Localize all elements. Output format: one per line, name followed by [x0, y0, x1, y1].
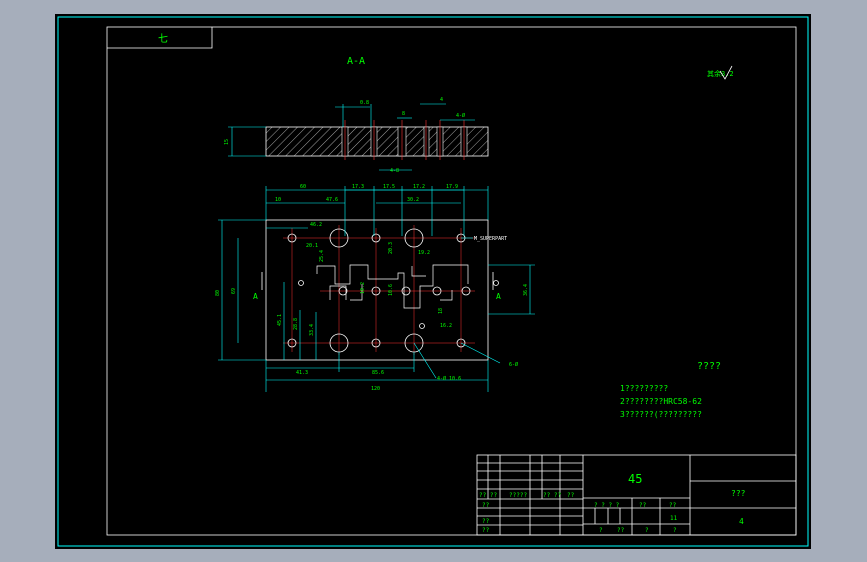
- dim-htop-2: 17.5: [383, 184, 395, 190]
- dim-top-4: 4-8: [390, 168, 399, 174]
- tech-note-3: 3??????(?????????: [620, 410, 702, 419]
- dim-inner-9: 25.4: [319, 250, 325, 262]
- dim-vr-0: 36.4: [523, 284, 529, 296]
- dim-htop-1: 17.3: [352, 184, 364, 190]
- tb-mid-1: ??: [639, 502, 647, 509]
- tb-mid-2: ??: [669, 502, 677, 509]
- dim-v-3: 28.8: [293, 318, 299, 330]
- tb-mid-0: ? ? ? ?: [594, 502, 620, 509]
- dim-inner-3: 10.2: [360, 282, 366, 294]
- tb-bottom-0: ?: [599, 527, 603, 534]
- section-mark-left: A: [253, 292, 258, 301]
- tb-row-1: ?????: [509, 492, 527, 499]
- tb-row-0: ?? ??: [479, 492, 497, 499]
- tb-bottom-1: ??: [617, 527, 625, 534]
- section-mark-right: A: [496, 292, 501, 301]
- view-label: A-A: [347, 56, 365, 67]
- dim-top-3: 4-Ø: [456, 112, 465, 119]
- dim-h2-2: 30.2: [407, 197, 419, 203]
- dim-thickness: 15: [224, 139, 230, 145]
- sheet-number: 4: [739, 517, 744, 526]
- tb-left-2: ??: [482, 527, 490, 534]
- title-top-right: ???: [731, 489, 746, 498]
- dim-inner-8: 10.6: [388, 284, 394, 296]
- tb-mid-3: 11: [670, 515, 678, 522]
- dim-bottom-1: 85.6: [372, 370, 384, 376]
- dim-h2-0: 10: [275, 197, 281, 203]
- dim-bottom-0: 41.3: [296, 370, 308, 376]
- tb-bottom-3: ?: [673, 527, 677, 534]
- dim-htop-4: 17.9: [446, 184, 458, 190]
- dim-top-1: 8: [402, 111, 405, 117]
- dim-inner-5: 20.3: [388, 242, 394, 254]
- tb-row-2: ?? ??: [543, 492, 561, 499]
- dim-inner-4: 16.2: [440, 323, 452, 329]
- dim-bottom-2: 120: [371, 386, 380, 392]
- dim-h2-1: 47.6: [326, 197, 338, 203]
- tb-left-0: ??: [482, 502, 490, 509]
- dim-h2-3: 46.2: [310, 222, 322, 228]
- tb-bottom-2: ?: [645, 527, 649, 534]
- tech-heading: ????: [697, 361, 721, 372]
- tb-left-1: ??: [482, 518, 490, 525]
- tb-row-3: ??: [567, 492, 575, 499]
- dim-inner-0: 4-Ø 10.6: [437, 375, 461, 382]
- dim-v-2: 45.1: [277, 314, 283, 326]
- dim-v-1: 69: [231, 288, 237, 294]
- dim-v-4: 33.4: [309, 324, 315, 336]
- dim-inner-6: 19.2: [418, 250, 430, 256]
- dim-htop-0: 60: [300, 184, 306, 190]
- dim-v-0: 80: [215, 290, 221, 296]
- dim-inner-7: 18: [438, 308, 444, 314]
- dim-top-0: 0.8: [360, 100, 369, 106]
- material-label: 45: [628, 472, 642, 486]
- corner-tab-text: 七: [158, 33, 168, 45]
- dim-inner-1: 6-Ø: [509, 361, 518, 368]
- tech-note-2: 2????????HRC58-62: [620, 397, 702, 406]
- dim-htop-3: 17.2: [413, 184, 425, 190]
- dim-top-2: 4: [440, 97, 443, 103]
- superpart-callout: M_SUPERPART: [474, 236, 507, 242]
- tech-note-1: 1?????????: [620, 384, 668, 393]
- drawing-canvas: 七 A-A 其余3.2 15 0.8 8 4 4-Ø 4-8 A A 60 17…: [55, 14, 811, 549]
- dim-inner-2: 20.1: [306, 243, 318, 249]
